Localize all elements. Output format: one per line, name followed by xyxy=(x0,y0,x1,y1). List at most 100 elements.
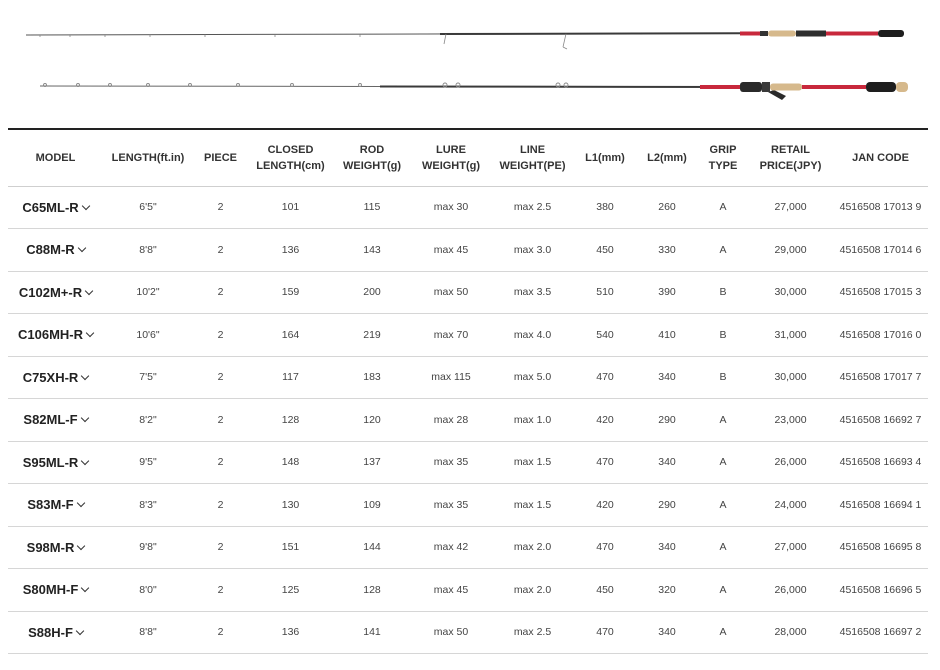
cell-piece: 2 xyxy=(193,398,248,442)
model-dropdown-toggle[interactable]: C102M+-R xyxy=(8,271,103,314)
cell-lure-weight: max 30 xyxy=(411,186,491,229)
cell-closed-length: 136 xyxy=(248,611,333,654)
table-row: S98M-R 9'8" 2 151 144 max 42 max 2.0 470 340 A 27,… xyxy=(8,526,928,569)
model-label: S80MH-F xyxy=(22,582,79,598)
cell-rod-weight: 137 xyxy=(333,441,411,484)
model-dropdown-toggle[interactable]: C106MH-R xyxy=(8,313,103,357)
cell-l2: 340 xyxy=(636,441,698,484)
cell-piece: 2 xyxy=(193,271,248,314)
cell-line-weight: max 3.0 xyxy=(491,228,574,272)
cell-lure-weight: max 45 xyxy=(411,228,491,272)
cell-rod-weight: 141 xyxy=(333,611,411,654)
cell-lure-weight: max 28 xyxy=(411,398,491,442)
model-dropdown-toggle[interactable]: S80MH-F xyxy=(8,568,103,612)
cell-retail-price: 24,000 xyxy=(748,483,833,527)
header-l1: L1(mm) xyxy=(574,128,636,187)
cell-l2: 410 xyxy=(636,313,698,357)
cell-l1: 470 xyxy=(574,356,636,399)
header-retail-price: RETAIL PRICE(JPY) xyxy=(748,128,833,187)
cell-grip-type: A xyxy=(698,441,748,484)
model-dropdown-toggle[interactable]: S83M-F xyxy=(8,483,103,527)
cell-lure-weight: max 35 xyxy=(411,483,491,527)
model-dropdown-toggle[interactable]: C75XH-R xyxy=(8,356,103,399)
cell-line-weight: max 3.5 xyxy=(491,271,574,314)
cell-l1: 450 xyxy=(574,228,636,272)
table-row: S95ML-R 9'5" 2 148 137 max 35 max 1.5 470 340 A 26… xyxy=(8,441,928,484)
cell-retail-price: 30,000 xyxy=(748,356,833,399)
chevron-down-icon[interactable] xyxy=(85,329,95,338)
cell-line-weight: max 1.5 xyxy=(491,483,574,527)
chevron-down-icon[interactable] xyxy=(81,371,90,380)
cell-length: 8'8" xyxy=(103,611,193,654)
cell-l1: 450 xyxy=(574,568,636,612)
table-body: C65ML-R 6'5" 2 101 115 max 30 max 2.5 380 260 A 27… xyxy=(8,186,928,654)
spec-table: MODEL LENGTH(ft.in) PIECE CLOSED LENGTH(… xyxy=(8,128,928,654)
model-label: C102M+-R xyxy=(18,284,83,300)
cell-line-weight: max 4.0 xyxy=(491,313,574,357)
chevron-down-icon[interactable] xyxy=(81,201,90,210)
model-dropdown-toggle[interactable]: S98M-R xyxy=(8,526,103,569)
cell-grip-type: B xyxy=(698,356,748,399)
cell-piece: 2 xyxy=(193,186,248,229)
model-label: C106MH-R xyxy=(17,327,83,343)
header-line-weight: LINE WEIGHT(PE) xyxy=(491,128,574,187)
cell-grip-type: B xyxy=(698,313,748,357)
cell-rod-weight: 128 xyxy=(333,568,411,612)
header-lure-weight: LURE WEIGHT(g) xyxy=(411,128,491,187)
header-model: MODEL xyxy=(8,128,103,187)
cell-closed-length: 128 xyxy=(248,398,333,442)
cell-l2: 390 xyxy=(636,271,698,314)
cell-l1: 420 xyxy=(574,483,636,527)
model-dropdown-toggle[interactable]: S82ML-F xyxy=(8,398,103,442)
chevron-down-icon[interactable] xyxy=(81,456,90,465)
model-label: C65ML-R xyxy=(22,199,79,215)
model-dropdown-toggle[interactable]: S88H-F xyxy=(8,611,103,654)
chevron-down-icon[interactable] xyxy=(76,499,85,508)
table-header: MODEL LENGTH(ft.in) PIECE CLOSED LENGTH(… xyxy=(8,128,928,187)
model-label: S98M-R xyxy=(26,539,75,555)
cell-length: 8'8" xyxy=(103,228,193,272)
cell-retail-price: 29,000 xyxy=(748,228,833,272)
cell-retail-price: 27,000 xyxy=(748,526,833,569)
cell-length: 8'2" xyxy=(103,398,193,442)
cell-l1: 540 xyxy=(574,313,636,357)
cell-lure-weight: max 70 xyxy=(411,313,491,357)
cell-length: 7'5" xyxy=(103,356,193,399)
table-row: C65ML-R 6'5" 2 101 115 max 30 max 2.5 380 260 A 27… xyxy=(8,186,928,229)
cell-length: 8'0" xyxy=(103,568,193,612)
model-label: S83M-F xyxy=(27,497,74,513)
cell-jan-code: 4516508 17017 7 xyxy=(833,356,928,399)
cell-length: 10'6" xyxy=(103,313,193,357)
chevron-down-icon[interactable] xyxy=(80,414,89,423)
model-dropdown-toggle[interactable]: C88M-R xyxy=(8,228,103,272)
chevron-down-icon[interactable] xyxy=(77,244,86,253)
cell-l1: 420 xyxy=(574,398,636,442)
chevron-down-icon[interactable] xyxy=(84,286,94,295)
model-dropdown-toggle[interactable]: S95ML-R xyxy=(8,441,103,484)
cell-retail-price: 27,000 xyxy=(748,186,833,229)
header-length: LENGTH(ft.in) xyxy=(103,128,193,187)
chevron-down-icon[interactable] xyxy=(77,541,86,550)
cell-l1: 380 xyxy=(574,186,636,229)
header-row: MODEL LENGTH(ft.in) PIECE CLOSED LENGTH(… xyxy=(8,128,928,187)
model-dropdown-toggle[interactable]: C65ML-R xyxy=(8,186,103,229)
cell-grip-type: A xyxy=(698,526,748,569)
table-row: S83M-F 8'3" 2 130 109 max 35 max 1.5 420 290 A 24,… xyxy=(8,483,928,527)
cell-retail-price: 26,000 xyxy=(748,568,833,612)
cell-line-weight: max 2.0 xyxy=(491,568,574,612)
cell-l2: 290 xyxy=(636,398,698,442)
chevron-down-icon[interactable] xyxy=(81,584,90,593)
model-label: C75XH-R xyxy=(22,369,79,385)
cell-jan-code: 4516508 17016 0 xyxy=(833,313,928,357)
cell-line-weight: max 2.0 xyxy=(491,526,574,569)
header-grip-type: GRIP TYPE xyxy=(698,128,748,187)
header-jan-code: JAN CODE xyxy=(833,128,928,187)
chevron-down-icon[interactable] xyxy=(75,626,85,635)
cell-l2: 260 xyxy=(636,186,698,229)
cell-jan-code: 4516508 16697 2 xyxy=(833,611,928,654)
cell-jan-code: 4516508 16696 5 xyxy=(833,568,928,612)
table-row: S82ML-F 8'2" 2 128 120 max 28 max 1.0 420 290 A 23… xyxy=(8,398,928,442)
cell-l2: 340 xyxy=(636,356,698,399)
cell-lure-weight: max 50 xyxy=(411,611,491,654)
cell-piece: 2 xyxy=(193,356,248,399)
